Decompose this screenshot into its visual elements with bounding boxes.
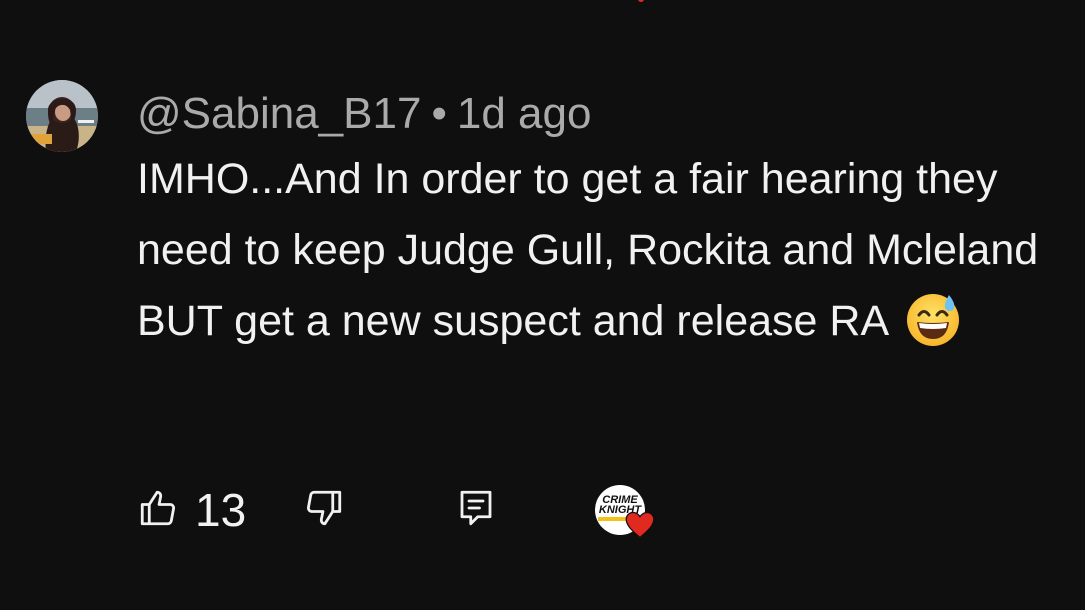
- meta-separator: •: [431, 89, 447, 138]
- like-button[interactable]: 13: [137, 480, 246, 540]
- grinning-face-with-sweat-icon: [905, 291, 961, 347]
- top-notification-dot: [638, 0, 644, 2]
- heart-icon: [625, 511, 655, 544]
- timestamp[interactable]: 1d ago: [457, 89, 592, 138]
- reply-icon: [455, 487, 497, 534]
- thumbs-up-icon: [137, 487, 179, 534]
- creator-heart-badge[interactable]: CRIME KNIGHT: [595, 480, 655, 540]
- author-handle[interactable]: @Sabina_B17: [137, 89, 421, 138]
- comment-meta: @Sabina_B17 • 1d ago: [137, 84, 1067, 144]
- commenter-avatar[interactable]: [26, 80, 98, 152]
- thumbs-down-icon: [303, 487, 345, 534]
- reply-button[interactable]: [455, 480, 497, 540]
- like-count: 13: [195, 484, 247, 536]
- comment-text: IMHO...And In order to get a fair hearin…: [137, 144, 1067, 357]
- comment: @Sabina_B17 • 1d ago IMHO...And In order t…: [137, 84, 1067, 357]
- creator-avatar: CRIME KNIGHT: [595, 485, 655, 539]
- dislike-button[interactable]: [303, 480, 345, 540]
- comment-body: IMHO...And In order to get a fair hearin…: [137, 155, 1039, 345]
